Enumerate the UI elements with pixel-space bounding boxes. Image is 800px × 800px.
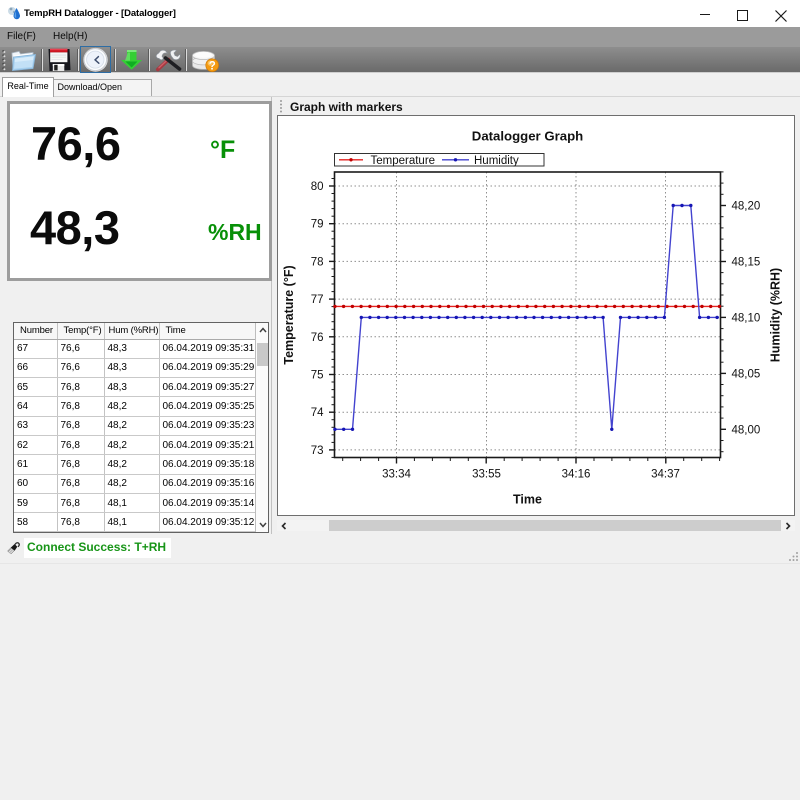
svg-text:74: 74 bbox=[310, 407, 323, 419]
svg-text:80: 80 bbox=[310, 181, 323, 193]
svg-text:34:37: 34:37 bbox=[651, 469, 680, 481]
svg-text:Humidity (%RH): Humidity (%RH) bbox=[768, 268, 782, 362]
svg-text:78: 78 bbox=[310, 256, 323, 268]
svg-text:Temperature (°F): Temperature (°F) bbox=[282, 265, 296, 364]
svg-text:48,05: 48,05 bbox=[731, 368, 760, 380]
svg-text:Humidity: Humidity bbox=[474, 155, 519, 167]
svg-text:73: 73 bbox=[310, 445, 323, 457]
svg-text:Time: Time bbox=[513, 493, 542, 507]
svg-text:77: 77 bbox=[310, 294, 323, 306]
svg-text:Datalogger Graph: Datalogger Graph bbox=[471, 129, 582, 144]
svg-text:33:55: 33:55 bbox=[472, 469, 501, 481]
svg-text:79: 79 bbox=[310, 219, 323, 231]
svg-text:Temperature: Temperature bbox=[370, 155, 435, 167]
svg-text:48,20: 48,20 bbox=[731, 201, 760, 213]
svg-text:48,10: 48,10 bbox=[731, 312, 760, 324]
svg-text:34:16: 34:16 bbox=[561, 469, 590, 481]
svg-text:48,00: 48,00 bbox=[731, 424, 760, 436]
svg-text:48,15: 48,15 bbox=[731, 257, 760, 269]
svg-text:33:34: 33:34 bbox=[382, 469, 411, 481]
svg-text:75: 75 bbox=[310, 370, 323, 382]
svg-text:76: 76 bbox=[310, 332, 323, 344]
svg-text:?: ? bbox=[209, 60, 216, 72]
